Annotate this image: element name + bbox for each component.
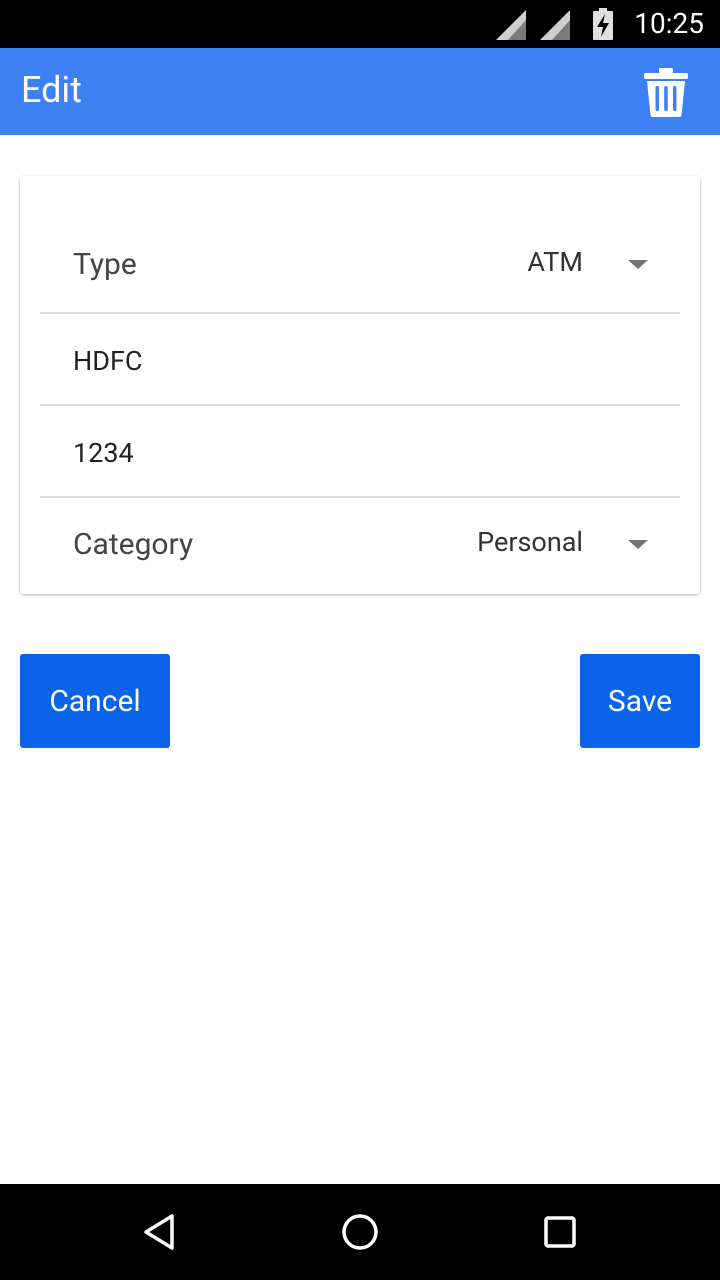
cell-signal-icon xyxy=(540,10,570,40)
type-value: ATM xyxy=(527,246,583,278)
system-nav-bar xyxy=(0,1184,720,1280)
status-clock: 10:25 xyxy=(634,7,704,40)
edit-form-card: Type ATM HDFC 1234 Category Personal xyxy=(20,176,700,594)
type-label: Type xyxy=(73,247,137,282)
number-field[interactable]: 1234 xyxy=(40,406,680,496)
dropdown-arrow-icon xyxy=(628,260,648,269)
bank-name-value: HDFC xyxy=(73,345,143,377)
number-value: 1234 xyxy=(73,437,134,469)
nav-back-button[interactable] xyxy=(136,1208,184,1256)
app-bar: Edit xyxy=(0,48,720,135)
recents-square-icon xyxy=(544,1216,576,1248)
category-select[interactable]: Category Personal xyxy=(40,498,680,594)
cell-signal-icon xyxy=(496,10,526,40)
category-label: Category xyxy=(73,527,194,562)
home-circle-icon xyxy=(342,1214,378,1250)
trash-icon xyxy=(644,68,688,117)
save-button[interactable]: Save xyxy=(580,654,700,748)
delete-button[interactable] xyxy=(638,64,694,120)
nav-recents-button[interactable] xyxy=(536,1208,584,1256)
bank-name-field[interactable]: HDFC xyxy=(40,314,680,404)
back-triangle-icon xyxy=(144,1214,174,1250)
dropdown-arrow-icon xyxy=(628,540,648,549)
cancel-button[interactable]: Cancel xyxy=(20,654,170,748)
battery-charging-icon xyxy=(593,8,613,40)
category-value: Personal xyxy=(477,526,583,558)
type-select[interactable]: Type ATM xyxy=(40,216,680,312)
nav-home-button[interactable] xyxy=(336,1208,384,1256)
page-title: Edit xyxy=(21,69,82,111)
status-bar: 10:25 xyxy=(0,0,720,48)
